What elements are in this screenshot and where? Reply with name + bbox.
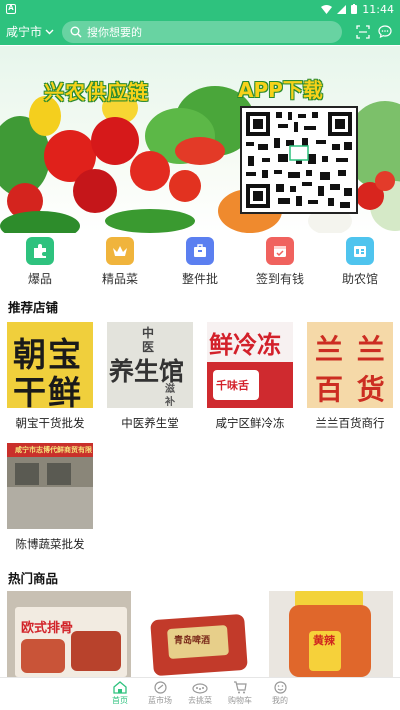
product-card[interactable]: 黄辣 xyxy=(269,591,393,677)
bottom-nav-label: 首页 xyxy=(112,696,128,705)
quick-nav: 爆品 精品菜 整件批 签到有钱 助农馆 xyxy=(0,237,400,291)
calendar-icon xyxy=(266,237,294,265)
shop-name: 陈博蔬菜批发 xyxy=(15,537,85,551)
top-header: 咸宁市 搜你想要的 xyxy=(0,18,400,45)
shop-card[interactable]: 朝宝 干鲜 朝宝干货批发 xyxy=(7,322,93,431)
shop-sign-text: 补 xyxy=(165,397,175,408)
shop-image: 咸宁市志博代鲜商贸有限 xyxy=(7,443,93,529)
cart-icon xyxy=(234,681,247,694)
wifi-icon xyxy=(321,4,333,14)
search-icon xyxy=(70,26,82,37)
search-input[interactable]: 搜你想要的 xyxy=(62,20,342,43)
status-left: A xyxy=(6,4,16,14)
quick-nav-hot[interactable]: 爆品 xyxy=(0,237,80,291)
scan-icon xyxy=(356,24,370,39)
bottom-nav: 首页 蓝市场 去挑菜 购物车 我的 xyxy=(0,677,400,710)
product-label-text: 青岛啤酒 xyxy=(174,636,211,646)
quick-nav-label: 整件批 xyxy=(181,272,218,286)
city-selector[interactable]: 咸宁市 xyxy=(6,23,62,40)
bottom-nav-label: 我的 xyxy=(272,696,288,705)
shop-card[interactable]: 咸宁市志博代鲜商贸有限 陈博蔬菜批发 xyxy=(7,443,93,552)
quick-nav-checkin[interactable]: 签到有钱 xyxy=(240,237,320,291)
shop-name: 咸宁区鲜冷冻 xyxy=(215,416,285,430)
profile-icon xyxy=(273,681,287,694)
city-label: 咸宁市 xyxy=(6,25,43,39)
bottom-nav-label: 去挑菜 xyxy=(188,696,212,705)
shop-card[interactable]: 兰 兰 百 货 兰兰百货商行 xyxy=(307,322,393,431)
shop-image: 鲜冷冻 千味舌 xyxy=(207,322,293,408)
status-right: 11:44 xyxy=(321,3,394,16)
quick-nav-label: 精品菜 xyxy=(101,272,138,286)
quick-nav-label: 爆品 xyxy=(27,272,52,286)
shop-sign-text: 百 货 xyxy=(315,373,387,406)
shop-sign-text: 鲜冷冻 xyxy=(209,330,281,359)
message-button[interactable] xyxy=(376,23,394,41)
qr-code xyxy=(240,106,358,214)
shop-name: 朝宝干货批发 xyxy=(15,416,85,430)
bottom-nav-cart[interactable]: 购物车 xyxy=(220,678,260,710)
promo-banner[interactable]: 兴农供应链 APP下载 xyxy=(0,46,400,233)
bottom-nav-label: 购物车 xyxy=(228,696,252,705)
puzzle-icon xyxy=(26,237,54,265)
market-icon xyxy=(153,681,167,694)
product-label-text: 黄辣 xyxy=(313,634,335,647)
status-bar: A 11:44 xyxy=(0,0,400,18)
scan-button[interactable] xyxy=(354,23,372,41)
product-label-text: 欧式排骨 xyxy=(21,621,74,636)
shop-image: 朝宝 干鲜 xyxy=(7,322,93,408)
shop-sign-text: 咸宁市志博代鲜商贸有限 xyxy=(15,446,92,454)
store-icon xyxy=(346,237,374,265)
bottom-nav-home[interactable]: 首页 xyxy=(100,678,140,710)
crown-icon xyxy=(106,237,134,265)
bottom-nav-market[interactable]: 蓝市场 xyxy=(140,678,180,710)
quick-nav-premium[interactable]: 精品菜 xyxy=(80,237,160,291)
status-time: 11:44 xyxy=(362,2,394,16)
shop-card[interactable]: 鲜冷冻 千味舌 咸宁区鲜冷冻 xyxy=(207,322,293,431)
search-placeholder: 搜你想要的 xyxy=(87,25,142,39)
shop-sign-text: 干鲜 xyxy=(13,373,83,408)
battery-icon xyxy=(351,4,358,14)
banner-title: 兴农供应链 xyxy=(44,80,149,104)
vegetable-icon xyxy=(192,683,208,694)
shop-card[interactable]: 中 医 养生馆 滋 补 中医养生堂 xyxy=(107,322,193,431)
app-notification-icon: A xyxy=(6,4,16,14)
shop-name: 兰兰百货商行 xyxy=(315,416,385,430)
section-title-hot: 热门商品 xyxy=(8,571,59,586)
home-icon xyxy=(113,681,127,694)
chevron-down-icon xyxy=(45,29,54,34)
product-card[interactable]: 青岛啤酒 xyxy=(138,591,262,677)
banner-app-text: APP下载 xyxy=(238,78,323,102)
quick-nav-wholesale[interactable]: 整件批 xyxy=(160,237,240,291)
shop-sign-text: 千味舌 xyxy=(216,379,249,392)
bottom-nav-pick[interactable]: 去挑菜 xyxy=(180,678,220,710)
section-title-recommended: 推荐店铺 xyxy=(8,300,59,315)
shop-sign-text: 兰 兰 xyxy=(315,333,387,366)
shop-image: 兰 兰 百 货 xyxy=(307,322,393,408)
product-card[interactable]: 欧式排骨 xyxy=(7,591,131,677)
chat-icon xyxy=(378,25,392,38)
quick-nav-label: 签到有钱 xyxy=(255,272,304,286)
signal-icon xyxy=(337,4,347,14)
quick-nav-agri[interactable]: 助农馆 xyxy=(320,237,400,291)
shop-image: 中 医 养生馆 滋 补 xyxy=(107,322,193,408)
bottom-nav-profile[interactable]: 我的 xyxy=(260,678,300,710)
quick-nav-label: 助农馆 xyxy=(341,272,378,286)
bottom-nav-label: 蓝市场 xyxy=(148,696,172,705)
shop-name: 中医养生堂 xyxy=(121,416,179,430)
box-icon xyxy=(186,237,214,265)
